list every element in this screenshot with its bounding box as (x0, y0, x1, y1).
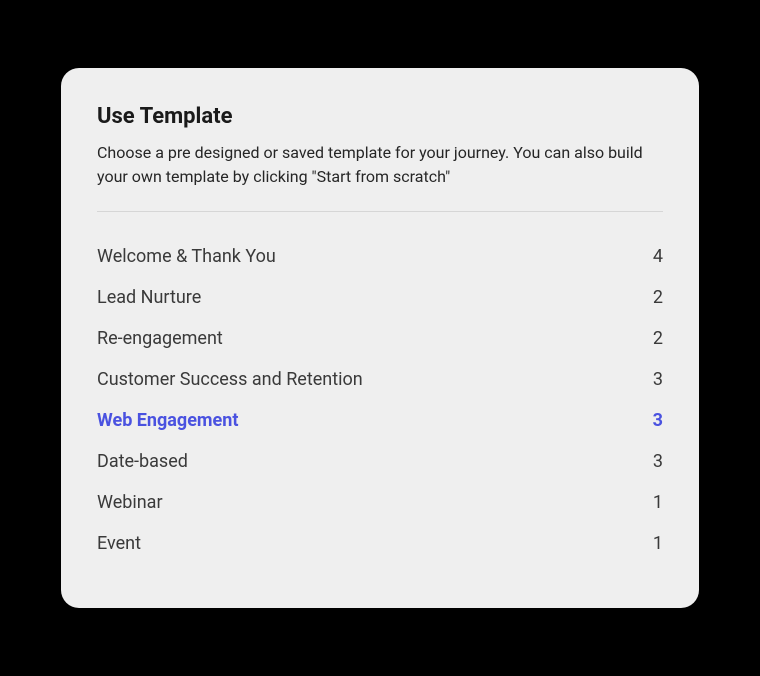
template-item-event[interactable]: Event 1 (97, 523, 663, 564)
template-item-count: 3 (653, 451, 663, 472)
template-item-count: 1 (653, 533, 663, 554)
template-item-web-engagement[interactable]: Web Engagement 3 (97, 400, 663, 441)
template-list: Welcome & Thank You 4 Lead Nurture 2 Re-… (97, 236, 663, 564)
template-item-count: 3 (653, 410, 663, 431)
divider (97, 211, 663, 212)
template-item-count: 2 (653, 328, 663, 349)
template-item-label: Event (97, 533, 141, 554)
template-item-label: Date-based (97, 451, 188, 472)
template-picker-card: Use Template Choose a pre designed or sa… (61, 68, 699, 608)
card-description: Choose a pre designed or saved template … (97, 141, 663, 189)
template-item-re-engagement[interactable]: Re-engagement 2 (97, 318, 663, 359)
template-item-lead-nurture[interactable]: Lead Nurture 2 (97, 277, 663, 318)
template-item-label: Webinar (97, 492, 163, 513)
template-item-count: 2 (653, 287, 663, 308)
template-item-webinar[interactable]: Webinar 1 (97, 482, 663, 523)
template-item-count: 1 (653, 492, 663, 513)
template-item-date-based[interactable]: Date-based 3 (97, 441, 663, 482)
template-item-label: Re-engagement (97, 328, 223, 349)
template-item-label: Welcome & Thank You (97, 246, 276, 267)
template-item-label: Lead Nurture (97, 287, 201, 308)
template-item-customer-success[interactable]: Customer Success and Retention 3 (97, 359, 663, 400)
template-item-welcome-thank-you[interactable]: Welcome & Thank You 4 (97, 236, 663, 277)
card-title: Use Template (97, 104, 663, 129)
template-item-label: Customer Success and Retention (97, 369, 363, 390)
template-item-count: 4 (653, 246, 663, 267)
template-item-label: Web Engagement (97, 410, 238, 431)
template-item-count: 3 (653, 369, 663, 390)
